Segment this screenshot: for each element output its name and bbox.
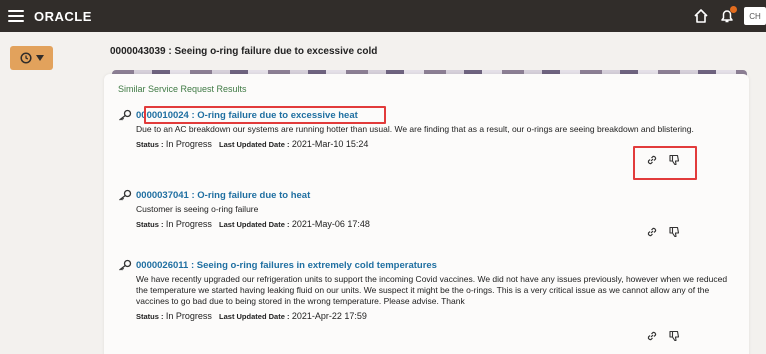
result-header: 0000026011 : Seeing o-ring failures in e…	[118, 258, 738, 272]
last-updated-label: Last Updated Date :	[219, 140, 290, 149]
similar-results-card: Similar Service Request Results 00000100…	[104, 74, 749, 354]
last-updated-value: 2021-May-06 17:48	[291, 219, 370, 229]
status-label: Status :	[136, 312, 164, 321]
section-title: Similar Service Request Results	[118, 84, 247, 94]
hamburger-icon[interactable]	[8, 10, 24, 22]
result-header: 0000037041 : O-ring failure due to heat	[118, 188, 738, 202]
result-status-line: Status : In Progress Last Updated Date :…	[136, 311, 738, 321]
result-description: Due to an AC breakdown our systems are r…	[136, 124, 694, 134]
top-right-actions: CH	[692, 0, 766, 32]
link-icon[interactable]	[646, 226, 658, 238]
notification-badge	[730, 6, 737, 13]
result-title-link[interactable]: 0000026011 : Seeing o-ring failures in e…	[136, 260, 437, 271]
result-actions	[646, 226, 680, 238]
highlight-box-actions	[633, 146, 697, 180]
result-description: We have recently upgraded our refrigerat…	[136, 274, 728, 306]
clock-icon	[19, 52, 32, 64]
avatar[interactable]: CH	[744, 7, 766, 25]
key-icon	[119, 259, 132, 271]
result-description: Customer is seeing o-ring failure	[136, 204, 259, 214]
page-title: 0000043039 : Seeing o-ring failure due t…	[110, 46, 378, 57]
link-icon[interactable]	[646, 330, 658, 342]
status-value: In Progress	[165, 219, 212, 229]
result-item: 0000037041 : O-ring failure due to heat …	[118, 188, 738, 229]
result-title-link[interactable]: 0000037041 : O-ring failure due to heat	[136, 190, 310, 201]
home-icon[interactable]	[692, 7, 710, 25]
key-icon	[119, 189, 132, 201]
highlight-box-title	[144, 106, 386, 124]
thumbs-down-icon[interactable]	[668, 226, 680, 238]
caret-down-icon	[35, 55, 44, 61]
thumbs-down-icon[interactable]	[668, 330, 680, 342]
last-updated-label: Last Updated Date :	[219, 312, 290, 321]
status-value: In Progress	[165, 139, 212, 149]
key-icon	[119, 109, 132, 121]
notifications-button[interactable]	[718, 6, 737, 25]
result-item: 0000026011 : Seeing o-ring failures in e…	[118, 258, 738, 321]
status-label: Status :	[136, 140, 164, 149]
last-updated-label: Last Updated Date :	[219, 220, 290, 229]
top-bar: ORACLE CH	[0, 0, 766, 32]
brand-logo: ORACLE	[34, 8, 92, 24]
last-updated-value: 2021-Mar-10 15:24	[291, 139, 369, 149]
history-button[interactable]	[10, 46, 53, 70]
result-actions	[646, 330, 680, 342]
status-label: Status :	[136, 220, 164, 229]
status-value: In Progress	[165, 311, 212, 321]
last-updated-value: 2021-Apr-22 17:59	[291, 311, 367, 321]
